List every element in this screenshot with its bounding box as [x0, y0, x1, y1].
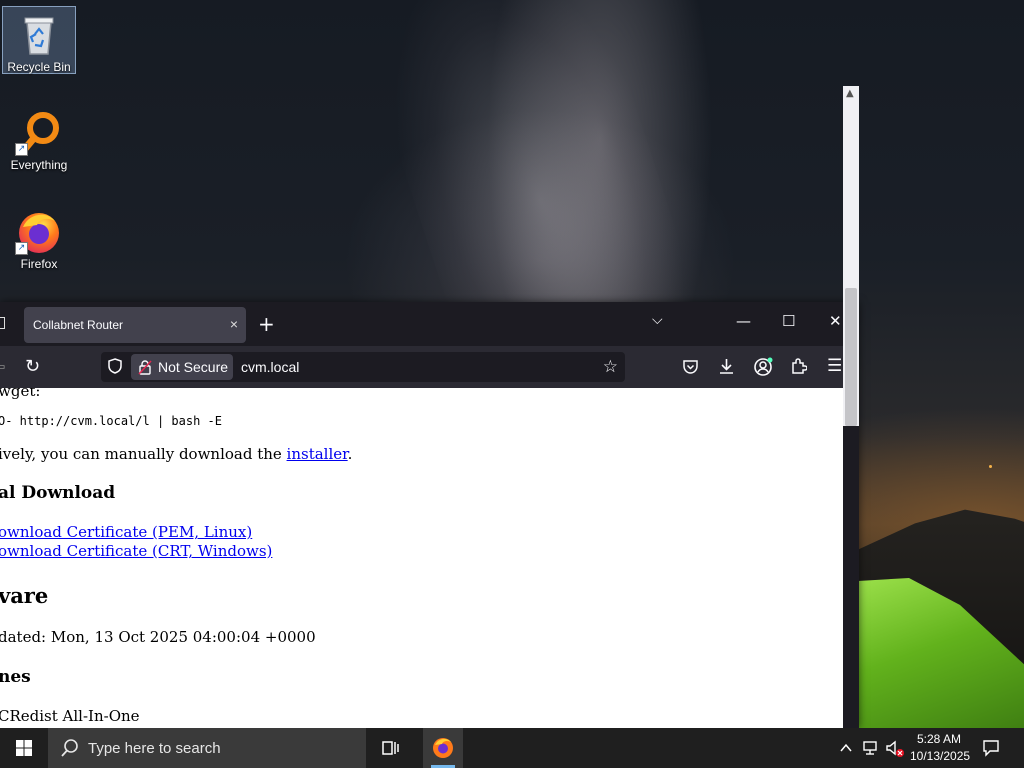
taskbar-firefox-button[interactable]: [423, 728, 463, 768]
install-command: O- http://cvm.local/l | bash -E: [0, 414, 222, 428]
scrollbar-thumb[interactable]: [845, 288, 857, 426]
runtimes-heading: nes: [0, 667, 31, 687]
insecure-lock-icon: [138, 360, 152, 375]
manual-download-prefix: ively, you can manually download the: [0, 445, 287, 463]
software-heading: vare: [0, 583, 49, 608]
bookmark-star-icon[interactable]: ☆: [603, 357, 618, 377]
vcredist-item: CRedist All-In-One: [0, 707, 140, 725]
pocket-icon[interactable]: [682, 359, 699, 375]
extensions-icon[interactable]: [790, 358, 807, 375]
firefox-window: Collabnet Router × + ⌵ — ☐ ✕ ⇦ ↻ Not Sec…: [0, 302, 859, 728]
download-certificate-crt-link[interactable]: ownload Certificate (CRT, Windows): [0, 542, 272, 560]
scroll-up-arrow-icon[interactable]: ▲: [846, 88, 854, 99]
desktop-icon-recycle-bin[interactable]: Recycle Bin: [2, 6, 76, 74]
account-icon[interactable]: [754, 357, 773, 376]
taskbar: Type here to search 5:28 AM 10/13/2025: [0, 728, 1024, 768]
start-button[interactable]: [0, 728, 48, 768]
tab-collabnet-router[interactable]: Collabnet Router ×: [24, 307, 246, 343]
shortcut-arrow-icon: ↗: [15, 242, 28, 255]
not-secure-indicator[interactable]: Not Secure: [131, 354, 233, 380]
tab-title: Collabnet Router: [33, 318, 124, 332]
volume-muted-icon[interactable]: [885, 740, 905, 758]
hamburger-menu-icon[interactable]: ☰: [827, 356, 842, 376]
desktop-icon-firefox[interactable]: ↗ Firefox: [2, 204, 76, 272]
desktop-icon-label: Firefox: [20, 257, 58, 271]
download-certificate-pem-link[interactable]: ownload Certificate (PEM, Linux): [0, 523, 252, 541]
not-secure-label: Not Secure: [158, 359, 229, 375]
firefox-icon: ↗: [15, 207, 63, 255]
tracking-protection-shield-icon[interactable]: [108, 358, 122, 374]
tab-close-icon[interactable]: ×: [230, 316, 238, 332]
tab-bar: Collabnet Router × + ⌵ — ☐ ✕: [0, 302, 859, 346]
navigation-toolbar: ⇦ ↻ Not Secure cvm.local ☆: [0, 346, 859, 388]
vertical-scrollbar[interactable]: ▲: [843, 86, 859, 426]
desktop-icon-label: Everything: [10, 158, 68, 172]
chevron-up-icon[interactable]: [839, 741, 853, 755]
list-all-tabs-icon[interactable]: ⌵: [652, 312, 663, 328]
manual-download-text: ively, you can manually download the ins…: [0, 445, 352, 463]
manual-download-suffix: .: [347, 445, 353, 463]
task-view-icon[interactable]: [380, 738, 402, 758]
desktop-icon-everything[interactable]: ↗ Everything: [2, 105, 76, 173]
taskbar-search-box[interactable]: Type here to search: [48, 728, 366, 768]
recycle-bin-icon: [15, 10, 63, 58]
everything-search-icon: ↗: [15, 108, 63, 156]
network-icon[interactable]: [862, 740, 880, 756]
windows-logo-icon: [16, 740, 32, 756]
minimize-button[interactable]: —: [736, 312, 751, 330]
shortcut-arrow-icon: ↗: [15, 143, 28, 156]
desktop-icon-label: Recycle Bin: [7, 60, 71, 74]
text-wget: wget:: [0, 388, 41, 400]
maximize-button[interactable]: ☐: [782, 312, 795, 330]
certificate-download-heading: al Download: [0, 483, 116, 503]
firefox-icon: [433, 738, 453, 758]
notifications-icon[interactable]: [982, 739, 1000, 757]
clock-date[interactable]: 10/13/2025: [910, 749, 970, 763]
downloads-icon[interactable]: [718, 358, 735, 375]
firefox-view-icon[interactable]: [0, 317, 5, 329]
last-updated-text: dated: Mon, 13 Oct 2025 04:00:04 +0000: [0, 628, 316, 646]
distant-light: [989, 465, 992, 468]
back-arrow-icon[interactable]: ⇦: [0, 357, 5, 376]
close-window-button[interactable]: ✕: [829, 312, 842, 330]
clock-time[interactable]: 5:28 AM: [917, 732, 961, 746]
page-content: wget: O- http://cvm.local/l | bash -E iv…: [0, 388, 843, 728]
search-placeholder: Type here to search: [88, 740, 221, 757]
new-tab-button[interactable]: +: [258, 312, 275, 336]
reload-icon[interactable]: ↻: [25, 356, 40, 377]
search-icon: [61, 739, 78, 757]
url-text[interactable]: cvm.local: [241, 359, 299, 375]
installer-link[interactable]: installer: [287, 445, 348, 463]
address-bar[interactable]: Not Secure cvm.local ☆: [101, 352, 625, 382]
